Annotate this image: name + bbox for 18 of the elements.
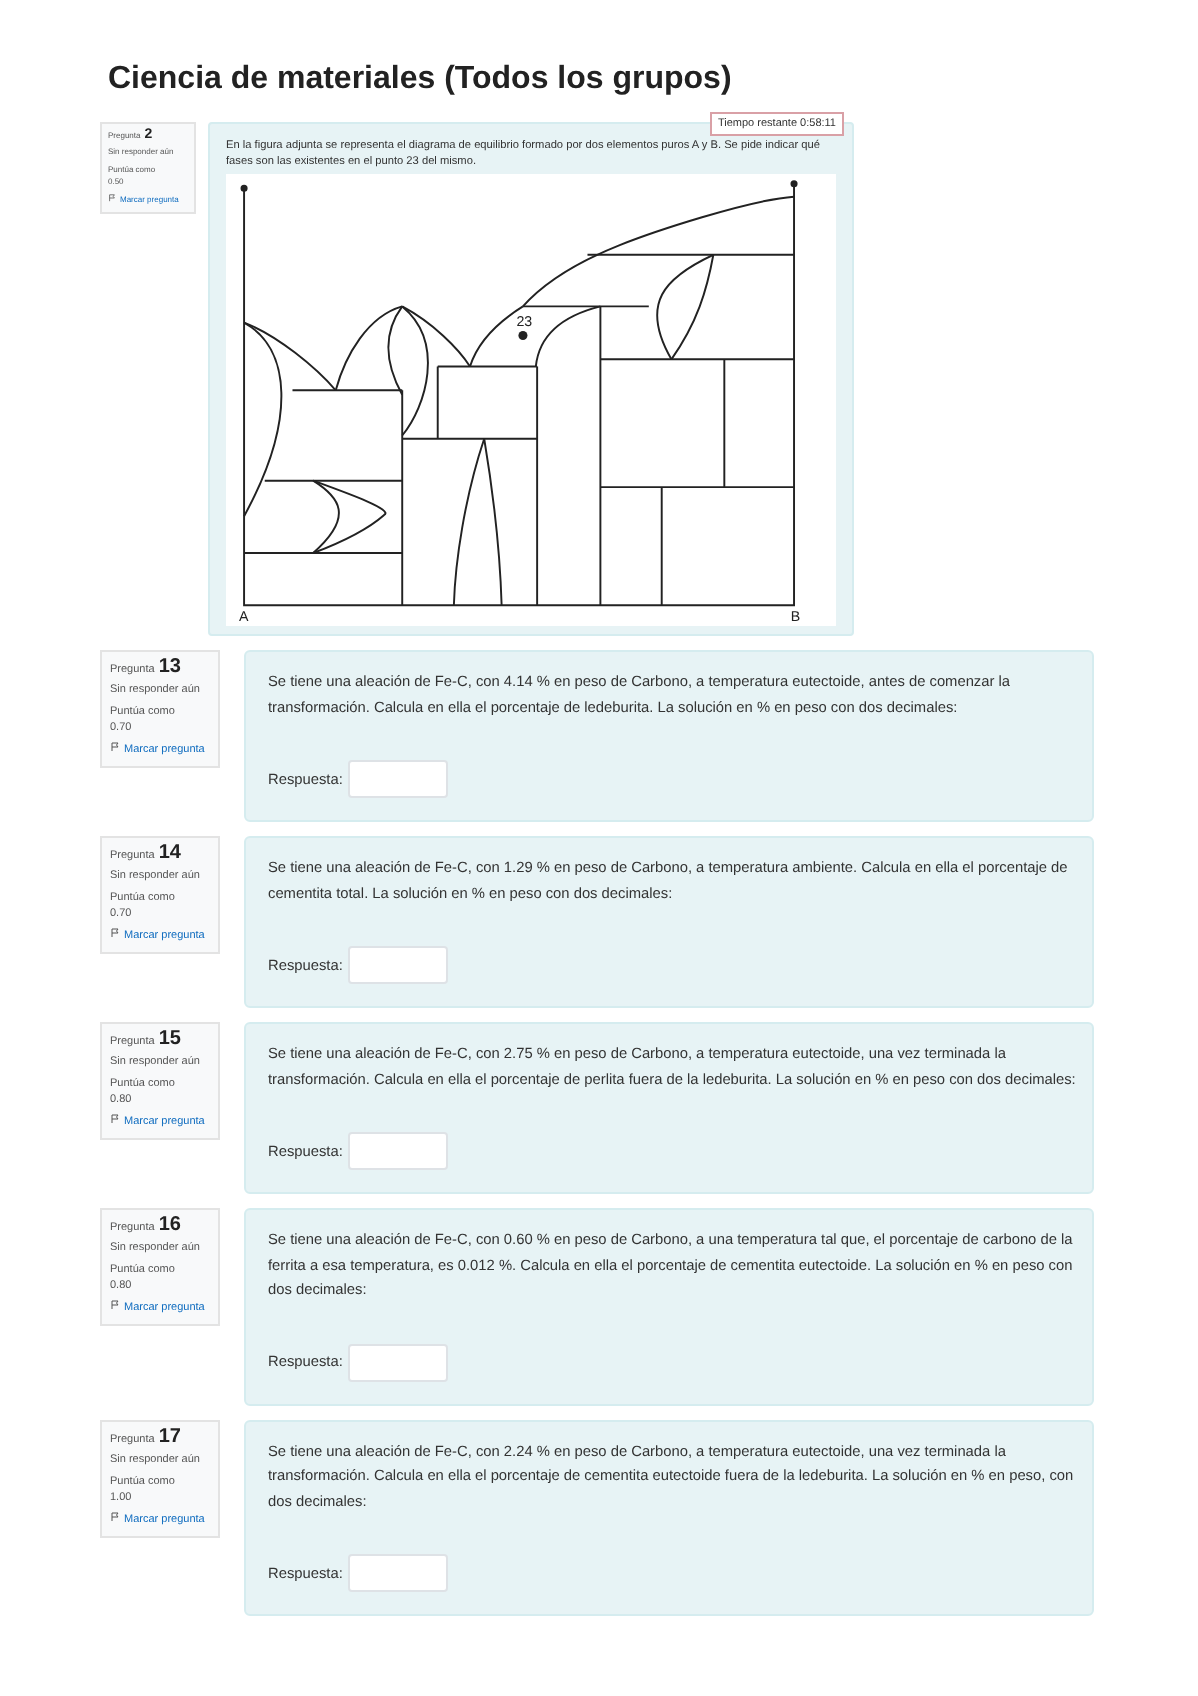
answer-input[interactable] [348,760,449,798]
flag-icon [110,1300,120,1310]
flag-icon [110,1511,120,1521]
question-number: 17 [158,1429,181,1445]
question-number: 16 [158,1218,181,1234]
answer-input[interactable] [348,1343,449,1381]
flag-icon [110,928,120,938]
flag-icon [110,1114,120,1124]
page-title: Ciencia de materiales (Todos los grupos) [108,60,734,100]
point-marker [518,330,528,340]
answer-input[interactable] [348,1132,449,1170]
question-number: 15 [158,1032,181,1048]
question-number: 14 [158,846,181,862]
answer-input[interactable] [348,1554,449,1592]
flag-icon [110,742,120,752]
question-number: 13 [158,660,181,676]
flag-icon [108,194,116,202]
answer-input[interactable] [348,946,449,984]
